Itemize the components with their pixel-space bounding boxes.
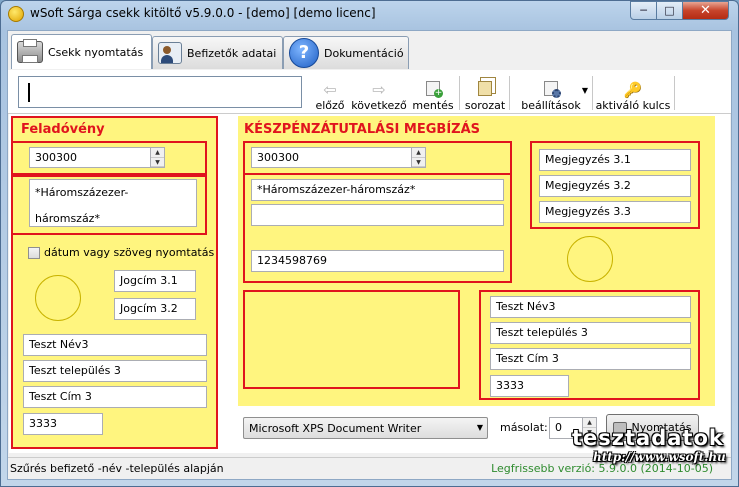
tab-label: Dokumentáció: [324, 46, 404, 60]
right-zip-input[interactable]: 3333: [490, 375, 569, 397]
jogcim-2-input[interactable]: Jogcím 3.2: [114, 298, 196, 320]
tab-label: Csekk nyomtatás: [48, 45, 144, 59]
right-amount-value: 300300: [257, 151, 299, 164]
jogcim-1-value: Jogcím 3.1: [120, 274, 178, 287]
note-2-value: Megjegyzés 3.2: [545, 179, 631, 192]
right-name-value: Teszt Név3: [496, 300, 556, 313]
right-zip-value: 3333: [496, 379, 524, 392]
title-bar[interactable]: wSoft Sárga csekk kitöltő v5.9.0.0 - [de…: [0, 0, 737, 28]
spin-down-icon[interactable]: ▼: [412, 158, 425, 167]
arrow-right-icon: ⇨: [372, 80, 386, 99]
note-1-input[interactable]: Megjegyzés 3.1: [539, 149, 691, 171]
copy-pages-icon: [478, 81, 492, 96]
printer-select-value: Microsoft XPS Document Writer: [249, 422, 422, 435]
tab-befizetok-adatai[interactable]: Befizetők adatai: [152, 36, 283, 69]
close-button[interactable]: ✕: [682, 1, 729, 20]
jogcim-1-input[interactable]: Jogcím 3.1: [114, 270, 196, 292]
watermark-brand: tesztadatok: [572, 426, 724, 450]
copies-value: 0: [555, 421, 562, 434]
date-checkbox-label: dátum vagy szöveg nyomtatás: [44, 246, 215, 259]
right-amount-words-value: *Háromszázezer-háromszáz*: [257, 183, 416, 196]
spin-down-icon[interactable]: ▼: [151, 158, 164, 167]
spin-up-icon[interactable]: ▲: [412, 148, 425, 158]
series-label: sorozat: [464, 99, 506, 112]
activation-key-button[interactable]: 🔑 aktiváló kulcs: [595, 74, 671, 112]
person-card-icon: [158, 42, 182, 64]
activation-label: aktiváló kulcs: [595, 99, 671, 112]
status-left-text: Szűrés befizető -név -település alapján: [10, 462, 224, 475]
left-amount-value: 300300: [35, 151, 77, 164]
right-city-input[interactable]: Teszt település 3: [490, 322, 691, 344]
save-add-icon: +: [426, 81, 443, 98]
toolbar-separator: [459, 76, 460, 110]
empty-field-frame: [243, 290, 460, 389]
left-zip-input[interactable]: 3333: [23, 413, 103, 435]
toolbar-separator: [592, 76, 593, 110]
right-address-value: Teszt Cím 3: [496, 352, 559, 365]
settings-label: beállítások: [521, 99, 581, 112]
left-name-input[interactable]: Teszt Név3: [23, 334, 207, 356]
left-name-value: Teszt Név3: [29, 338, 89, 351]
left-amount-words[interactable]: *Háromszázezer-háromszáz*: [29, 179, 197, 227]
search-input[interactable]: [18, 76, 302, 108]
tab-label: Befizetők adatai: [187, 46, 277, 60]
right-stamp-circle: [567, 236, 613, 282]
left-amount-input[interactable]: 300300: [29, 147, 165, 168]
left-amount-spinner[interactable]: ▲ ▼: [150, 148, 164, 167]
chevron-down-icon: ▼: [476, 423, 483, 432]
note-3-input[interactable]: Megjegyzés 3.3: [539, 201, 691, 223]
maximize-button[interactable]: □: [656, 1, 683, 20]
spin-up-icon[interactable]: ▲: [151, 148, 164, 158]
words-line-1: *Háromszázezer-: [35, 186, 129, 199]
tab-dokumentacio[interactable]: ? Dokumentáció: [283, 36, 409, 69]
tab-csekk-nyomtatas[interactable]: Csekk nyomtatás: [11, 34, 152, 69]
right-amount-words-input[interactable]: *Háromszázezer-háromszáz*: [251, 179, 504, 201]
next-button[interactable]: ⇨ következő: [349, 74, 409, 113]
settings-button[interactable]: beállítások ▼: [512, 74, 590, 112]
next-label: következő: [351, 99, 407, 112]
left-stamp-circle: [35, 275, 81, 321]
jogcim-2-value: Jogcím 3.2: [120, 302, 178, 315]
left-city-value: Teszt település 3: [29, 364, 121, 377]
save-label: mentés: [412, 99, 454, 112]
words-line-2: háromszáz*: [35, 212, 100, 225]
app-logo-icon: [8, 6, 24, 22]
minimize-button[interactable]: ─: [630, 1, 657, 20]
right-name-input[interactable]: Teszt Név3: [490, 296, 691, 318]
copies-label: másolat:: [500, 421, 548, 434]
save-button[interactable]: + mentés: [411, 74, 455, 112]
window-title: wSoft Sárga csekk kitöltő v5.9.0.0 - [de…: [30, 6, 376, 20]
account-number-input[interactable]: 1234598769: [251, 250, 504, 272]
feladoveny-header: Feladóvény: [21, 122, 105, 137]
right-city-value: Teszt település 3: [496, 326, 588, 339]
chevron-down-icon[interactable]: ▼: [582, 86, 588, 95]
printer-select[interactable]: Microsoft XPS Document Writer ▼: [243, 417, 488, 439]
left-address-input[interactable]: Teszt Cím 3: [23, 386, 207, 408]
toolbar-separator: [509, 76, 510, 110]
help-icon: ?: [289, 38, 319, 68]
right-address-input[interactable]: Teszt Cím 3: [490, 348, 691, 370]
note-2-input[interactable]: Megjegyzés 3.2: [539, 175, 691, 197]
left-city-input[interactable]: Teszt település 3: [23, 360, 207, 382]
account-number-value: 1234598769: [257, 254, 327, 267]
date-checkbox[interactable]: [28, 247, 40, 259]
prev-button[interactable]: ⇦ előző: [313, 74, 347, 113]
printer-icon: [17, 39, 43, 63]
megbizas-header: KÉSZPÉNZÁTUTALÁSI MEGBÍZÁS: [244, 122, 481, 137]
toolbar-separator: [674, 76, 675, 110]
note-1-value: Megjegyzés 3.1: [545, 153, 631, 166]
right-amount-words-2-input[interactable]: [251, 204, 504, 226]
left-zip-value: 3333: [29, 417, 57, 430]
prev-label: előző: [315, 99, 345, 112]
right-amount-spinner[interactable]: ▲ ▼: [411, 148, 425, 167]
arrow-left-icon: ⇦: [323, 80, 337, 99]
right-amount-input[interactable]: 300300: [251, 147, 426, 168]
watermark-url: http://www.wsoft.hu: [593, 450, 726, 464]
text-caret: [28, 83, 30, 102]
settings-icon: [544, 81, 561, 98]
note-3-value: Megjegyzés 3.3: [545, 205, 631, 218]
key-icon: 🔑: [623, 81, 643, 99]
series-button[interactable]: sorozat: [463, 74, 507, 112]
left-address-value: Teszt Cím 3: [29, 390, 92, 403]
